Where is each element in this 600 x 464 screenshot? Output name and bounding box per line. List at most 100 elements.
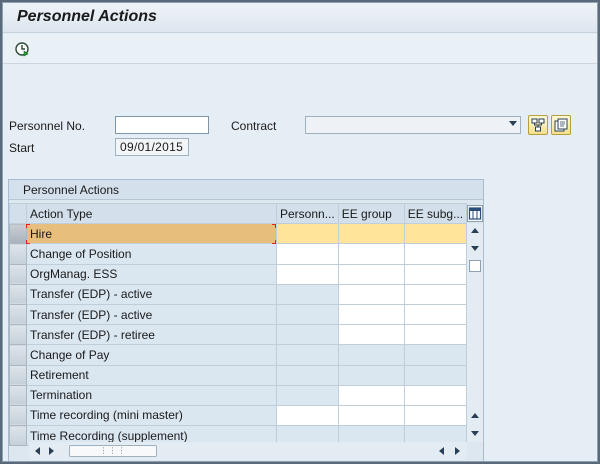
ee-group-cell[interactable] bbox=[337, 243, 405, 265]
scroll-left-icon[interactable] bbox=[35, 447, 40, 455]
chevron-down-icon[interactable] bbox=[509, 121, 517, 126]
page-up-icon[interactable] bbox=[471, 413, 479, 418]
row-selector[interactable] bbox=[9, 243, 27, 265]
personnel-area-cell[interactable] bbox=[276, 344, 339, 366]
personnel-area-cell[interactable] bbox=[276, 243, 339, 265]
ee-group-cell[interactable] bbox=[337, 384, 405, 406]
focus-corner bbox=[26, 240, 30, 244]
row-selector[interactable] bbox=[9, 404, 27, 427]
vertical-scrollbar[interactable] bbox=[467, 224, 483, 442]
column-header-ee-subgroup[interactable]: EE subg... bbox=[403, 202, 468, 225]
ee-subgroup-cell[interactable] bbox=[403, 364, 468, 386]
ee-group-cell[interactable] bbox=[337, 364, 405, 386]
start-date-field[interactable] bbox=[115, 138, 189, 156]
display-document-icon bbox=[554, 118, 568, 132]
action-type-cell[interactable]: Hire bbox=[26, 223, 277, 245]
personnel-area-cell[interactable] bbox=[276, 404, 339, 427]
ee-group-cell[interactable] bbox=[337, 303, 405, 326]
table-row[interactable]: Retirement bbox=[9, 364, 468, 386]
row-selector[interactable] bbox=[9, 263, 27, 285]
row-selector[interactable] bbox=[9, 223, 27, 245]
scroll-right-icon[interactable] bbox=[455, 447, 460, 455]
scroll-up-icon[interactable] bbox=[471, 228, 479, 233]
ee-subgroup-cell[interactable] bbox=[403, 223, 468, 245]
row-selector[interactable] bbox=[9, 324, 27, 346]
row-selector[interactable] bbox=[9, 344, 27, 366]
display-object-button[interactable] bbox=[551, 115, 571, 135]
table-row[interactable]: Transfer (EDP) - retiree bbox=[9, 324, 468, 346]
scroll-thumb[interactable] bbox=[469, 260, 481, 272]
action-type-cell[interactable]: OrgManag. ESS bbox=[26, 263, 277, 285]
contract-select[interactable] bbox=[305, 116, 521, 134]
select-all-cell[interactable] bbox=[9, 202, 27, 225]
ee-group-cell[interactable] bbox=[337, 263, 405, 285]
ee-subgroup-cell[interactable] bbox=[403, 324, 468, 346]
row-selector[interactable] bbox=[9, 283, 27, 305]
horizontal-scrollbar[interactable]: ⋮⋮⋮ bbox=[29, 442, 467, 460]
scroll-right-icon[interactable] bbox=[49, 447, 54, 455]
ee-subgroup-cell[interactable] bbox=[403, 243, 468, 265]
focus-corner bbox=[272, 240, 276, 244]
ee-subgroup-cell[interactable] bbox=[403, 303, 468, 326]
action-type-cell[interactable]: Time recording (mini master) bbox=[26, 404, 277, 427]
table-row[interactable]: Change of Position bbox=[9, 243, 468, 265]
personnel-area-cell[interactable] bbox=[276, 364, 339, 386]
table-row[interactable]: Transfer (EDP) - active bbox=[9, 303, 468, 326]
personnel-area-cell[interactable] bbox=[276, 384, 339, 406]
row-selector[interactable] bbox=[9, 384, 27, 406]
scroll-down-icon[interactable] bbox=[471, 431, 479, 436]
personnel-area-cell[interactable] bbox=[276, 324, 339, 346]
org-structure-button[interactable] bbox=[528, 115, 548, 135]
column-settings-button[interactable] bbox=[467, 205, 483, 222]
ee-group-cell[interactable] bbox=[337, 324, 405, 346]
start-label: Start bbox=[9, 141, 35, 155]
ee-group-cell[interactable] bbox=[337, 344, 405, 366]
column-header-ee-group[interactable]: EE group bbox=[337, 202, 405, 225]
column-header-action-type[interactable]: Action Type bbox=[26, 202, 277, 225]
sap-window: Personnel Actions Personnel No. Contract bbox=[2, 2, 598, 462]
scroll-left-icon[interactable] bbox=[439, 447, 444, 455]
personnel-no-label: Personnel No. bbox=[9, 119, 86, 133]
ee-subgroup-cell[interactable] bbox=[403, 344, 468, 366]
action-type-cell[interactable]: Change of Position bbox=[26, 243, 277, 265]
action-type-cell[interactable]: Transfer (EDP) - retiree bbox=[26, 324, 277, 346]
row-selector[interactable] bbox=[9, 425, 27, 447]
table-row[interactable]: Hire bbox=[9, 223, 468, 245]
table-row[interactable]: Transfer (EDP) - active bbox=[9, 283, 468, 305]
row-selector[interactable] bbox=[9, 303, 27, 326]
table-row[interactable]: Termination bbox=[9, 384, 468, 406]
personnel-area-cell[interactable] bbox=[276, 263, 339, 285]
execute-icon[interactable] bbox=[13, 40, 31, 58]
personnel-area-cell[interactable] bbox=[276, 223, 339, 245]
ee-subgroup-cell[interactable] bbox=[403, 263, 468, 285]
ee-subgroup-cell[interactable] bbox=[403, 384, 468, 406]
action-type-cell[interactable]: Retirement bbox=[26, 364, 277, 386]
scroll-thumb[interactable]: ⋮⋮⋮ bbox=[69, 445, 157, 457]
personnel-no-input[interactable] bbox=[115, 116, 209, 134]
action-type-cell[interactable]: Termination bbox=[26, 384, 277, 406]
table-row[interactable]: OrgManag. ESS bbox=[9, 263, 468, 285]
org-structure-icon bbox=[531, 118, 545, 132]
personnel-area-cell[interactable] bbox=[276, 303, 339, 326]
table-row[interactable]: Change of Pay bbox=[9, 344, 468, 366]
focus-corner bbox=[272, 224, 276, 228]
row-selector[interactable] bbox=[9, 364, 27, 386]
ee-subgroup-cell[interactable] bbox=[403, 283, 468, 305]
action-type-cell[interactable]: Transfer (EDP) - active bbox=[26, 303, 277, 326]
ee-group-cell[interactable] bbox=[337, 223, 405, 245]
contract-label: Contract bbox=[231, 119, 277, 133]
group-title: Personnel Actions bbox=[9, 180, 483, 200]
personnel-actions-group: Personnel Actions Action Type Personn...… bbox=[8, 179, 484, 461]
table-row[interactable]: Time recording (mini master) bbox=[9, 404, 468, 427]
column-header-personnel-area[interactable]: Personn... bbox=[276, 202, 339, 225]
ee-group-cell[interactable] bbox=[337, 283, 405, 305]
table-header-row: Action Type Personn... EE group EE subg.… bbox=[9, 202, 468, 225]
personnel-area-cell[interactable] bbox=[276, 283, 339, 305]
page-down-icon[interactable] bbox=[471, 246, 479, 251]
action-type-cell[interactable]: Transfer (EDP) - active bbox=[26, 283, 277, 305]
page-title: Personnel Actions bbox=[17, 8, 157, 25]
title-bar: Personnel Actions bbox=[3, 3, 597, 33]
ee-group-cell[interactable] bbox=[337, 404, 405, 427]
ee-subgroup-cell[interactable] bbox=[403, 404, 468, 427]
action-type-cell[interactable]: Change of Pay bbox=[26, 344, 277, 366]
